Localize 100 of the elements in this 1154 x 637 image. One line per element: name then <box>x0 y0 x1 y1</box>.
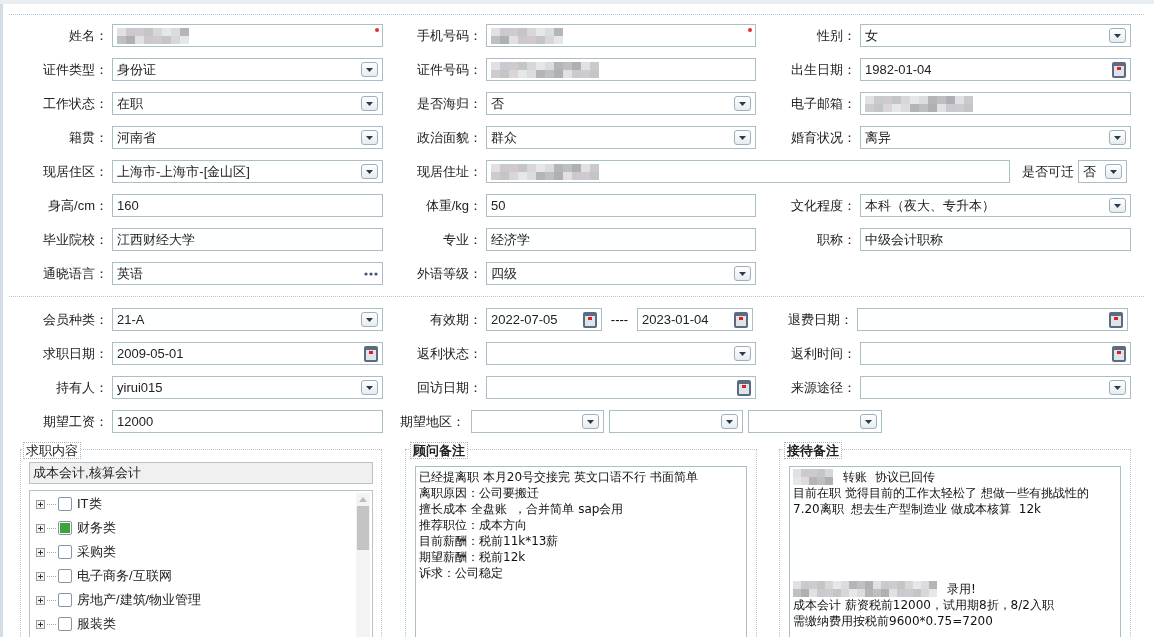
field-label: 证件类型： <box>43 60 108 79</box>
expand-icon[interactable] <box>36 571 45 581</box>
calendar-icon[interactable] <box>364 345 378 362</box>
field-label: 返利状态： <box>417 344 482 363</box>
checkbox[interactable] <box>58 497 72 511</box>
field-label: 是否海归： <box>417 94 482 113</box>
input-field[interactable]: 经济学 <box>486 228 756 251</box>
dropdown[interactable]: 上海市-上海市-[金山区] <box>112 160 383 183</box>
expand-icon[interactable] <box>36 499 45 509</box>
field-label: 有效期： <box>430 310 482 329</box>
date-field[interactable] <box>860 342 1131 365</box>
note-line: 目前在职 觉得目前的工作太轻松了 想做一些有挑战性的 7.20离职 想去生产型制造业 做成本核算 12k <box>793 485 1090 517</box>
note-line: 目前薪酬：税前11k*13薪 <box>419 533 559 549</box>
field-label: 电子邮箱： <box>791 94 856 113</box>
fieldset-legend: 接待备注 <box>784 442 842 459</box>
field-label: 期望地区： <box>400 412 465 431</box>
input-field[interactable] <box>486 58 756 81</box>
field-label: 来源途径： <box>791 378 856 397</box>
field-label: 毕业院校： <box>43 230 108 249</box>
calendar-icon[interactable] <box>734 311 748 328</box>
calendar-icon[interactable] <box>1112 345 1126 362</box>
dropdown[interactable]: yirui015 <box>112 376 383 399</box>
field-label: 身高/cm： <box>48 196 108 215</box>
note-line: 诉求：公司稳定 <box>419 565 503 581</box>
field-label: 现居住区： <box>43 162 108 181</box>
category-label[interactable]: 服装类 <box>77 614 116 634</box>
input-field[interactable] <box>486 24 756 47</box>
field-label: 政治面貌： <box>417 128 482 147</box>
input-field[interactable] <box>860 92 1131 115</box>
category-label[interactable]: 电子商务/互联网 <box>77 566 172 586</box>
expand-icon[interactable] <box>36 595 45 605</box>
field-label: 退费日期： <box>788 310 853 329</box>
field-label: 姓名： <box>69 26 108 45</box>
date-field[interactable]: 2022-07-05 <box>486 308 602 331</box>
field-label: 职称： <box>817 230 856 249</box>
input-field[interactable] <box>112 24 383 47</box>
field-label: 求职日期： <box>43 344 108 363</box>
ellipsis-icon[interactable] <box>364 271 378 276</box>
input-field[interactable] <box>486 160 1010 183</box>
calendar-icon[interactable] <box>583 311 597 328</box>
date-field[interactable]: 2023-01-04 <box>637 308 753 331</box>
field-label: 持有人： <box>56 378 108 397</box>
field-label: 手机号码： <box>417 26 482 45</box>
dropdown[interactable]: 河南省 <box>112 126 383 149</box>
dropdown[interactable]: 否 <box>1078 160 1127 183</box>
field-label: 会员种类： <box>43 310 108 329</box>
dropdown[interactable]: 本科（夜大、专升本） <box>860 194 1131 217</box>
dropdown[interactable]: 在职 <box>112 92 383 115</box>
checkbox[interactable] <box>58 545 72 559</box>
field-label: 回访日期： <box>417 378 482 397</box>
dropdown[interactable]: 四级 <box>486 262 756 285</box>
field-label: 证件号码： <box>417 60 482 79</box>
dropdown[interactable]: 否 <box>486 92 756 115</box>
expand-icon[interactable] <box>36 547 45 557</box>
category-label[interactable]: 采购类 <box>77 542 116 562</box>
range-separator: ---- <box>609 310 630 329</box>
date-field[interactable] <box>486 376 756 399</box>
field-label: 是否可迁 <box>1022 162 1074 181</box>
category-label[interactable]: 房地产/建筑/物业管理 <box>77 590 202 610</box>
fieldset-legend: 求职内容 <box>23 442 81 459</box>
note-line: 期望薪酬：税前12k <box>419 549 526 565</box>
calendar-icon[interactable] <box>1109 311 1123 328</box>
input-field[interactable]: 英语 <box>112 262 383 285</box>
scrollbar[interactable] <box>356 493 370 637</box>
checkbox[interactable] <box>58 593 72 607</box>
checkbox[interactable] <box>58 569 72 583</box>
field-label: 体重/kg： <box>425 196 482 215</box>
dropdown[interactable]: 身份证 <box>112 58 383 81</box>
dropdown[interactable]: 女 <box>860 24 1131 47</box>
field-label: 性别： <box>817 26 856 45</box>
calendar-icon[interactable] <box>737 379 751 396</box>
date-field[interactable]: 2009-05-01 <box>112 342 383 365</box>
field-label: 现居住址： <box>417 162 482 181</box>
checkbox[interactable] <box>58 617 72 631</box>
date-field[interactable] <box>857 308 1128 331</box>
input-field[interactable]: 江西财经大学 <box>112 228 383 251</box>
dropdown[interactable]: 群众 <box>486 126 756 149</box>
checkbox[interactable] <box>58 521 72 535</box>
category-label[interactable]: 财务类 <box>77 518 116 538</box>
field-label: 返利时间： <box>791 344 856 363</box>
calendar-icon[interactable] <box>1112 61 1126 78</box>
input-field[interactable]: 50 <box>486 194 756 217</box>
dropdown[interactable]: 离异 <box>860 126 1131 149</box>
notes-field[interactable]: 已经提离职 本月20号交接完 英文口语不行 书面简单 离职原因：公司要搬迁 擅长成本 全盘账 ，合并简单 sap会用 推荐职位：成本方向 目前薪酬：税前11k*13薪 期望薪酬：税前12k 诉求：公司稳定 <box>415 466 747 637</box>
note-line: 录用! <box>947 581 976 597</box>
field-label: 籍贯： <box>69 128 108 147</box>
expand-icon[interactable] <box>36 619 45 629</box>
input-field[interactable]: 160 <box>112 194 383 217</box>
field-label: 工作状态： <box>43 94 108 113</box>
note-line: 成本会计 薪资税前12000，试用期8折，8/2入职 <box>793 597 1054 613</box>
date-field[interactable]: 1982-01-04 <box>860 58 1131 81</box>
notes-field[interactable]: 转账 协议已回传 目前在职 觉得目前的工作太轻松了 想做一些有挑战性的 7.20离职 想去生产型制造业 做成本核算 12k 录用! 成本会计 薪资税前12000，试用期8折，8/2入职 需缴纳费用按税前9600*0.75=7200 <box>789 466 1121 637</box>
selected-jobs-field[interactable]: 成本会计,核算会计 <box>29 462 373 484</box>
input-field[interactable]: 12000 <box>112 410 383 433</box>
input-field[interactable]: 中级会计职称 <box>860 228 1131 251</box>
category-label[interactable]: IT类 <box>77 494 102 514</box>
expand-icon[interactable] <box>36 523 45 533</box>
field-label: 外语等级： <box>417 264 482 283</box>
note-line: 擅长成本 全盘账 ，合并简单 sap会用 <box>419 501 624 517</box>
dropdown[interactable]: 21-A <box>112 308 383 331</box>
